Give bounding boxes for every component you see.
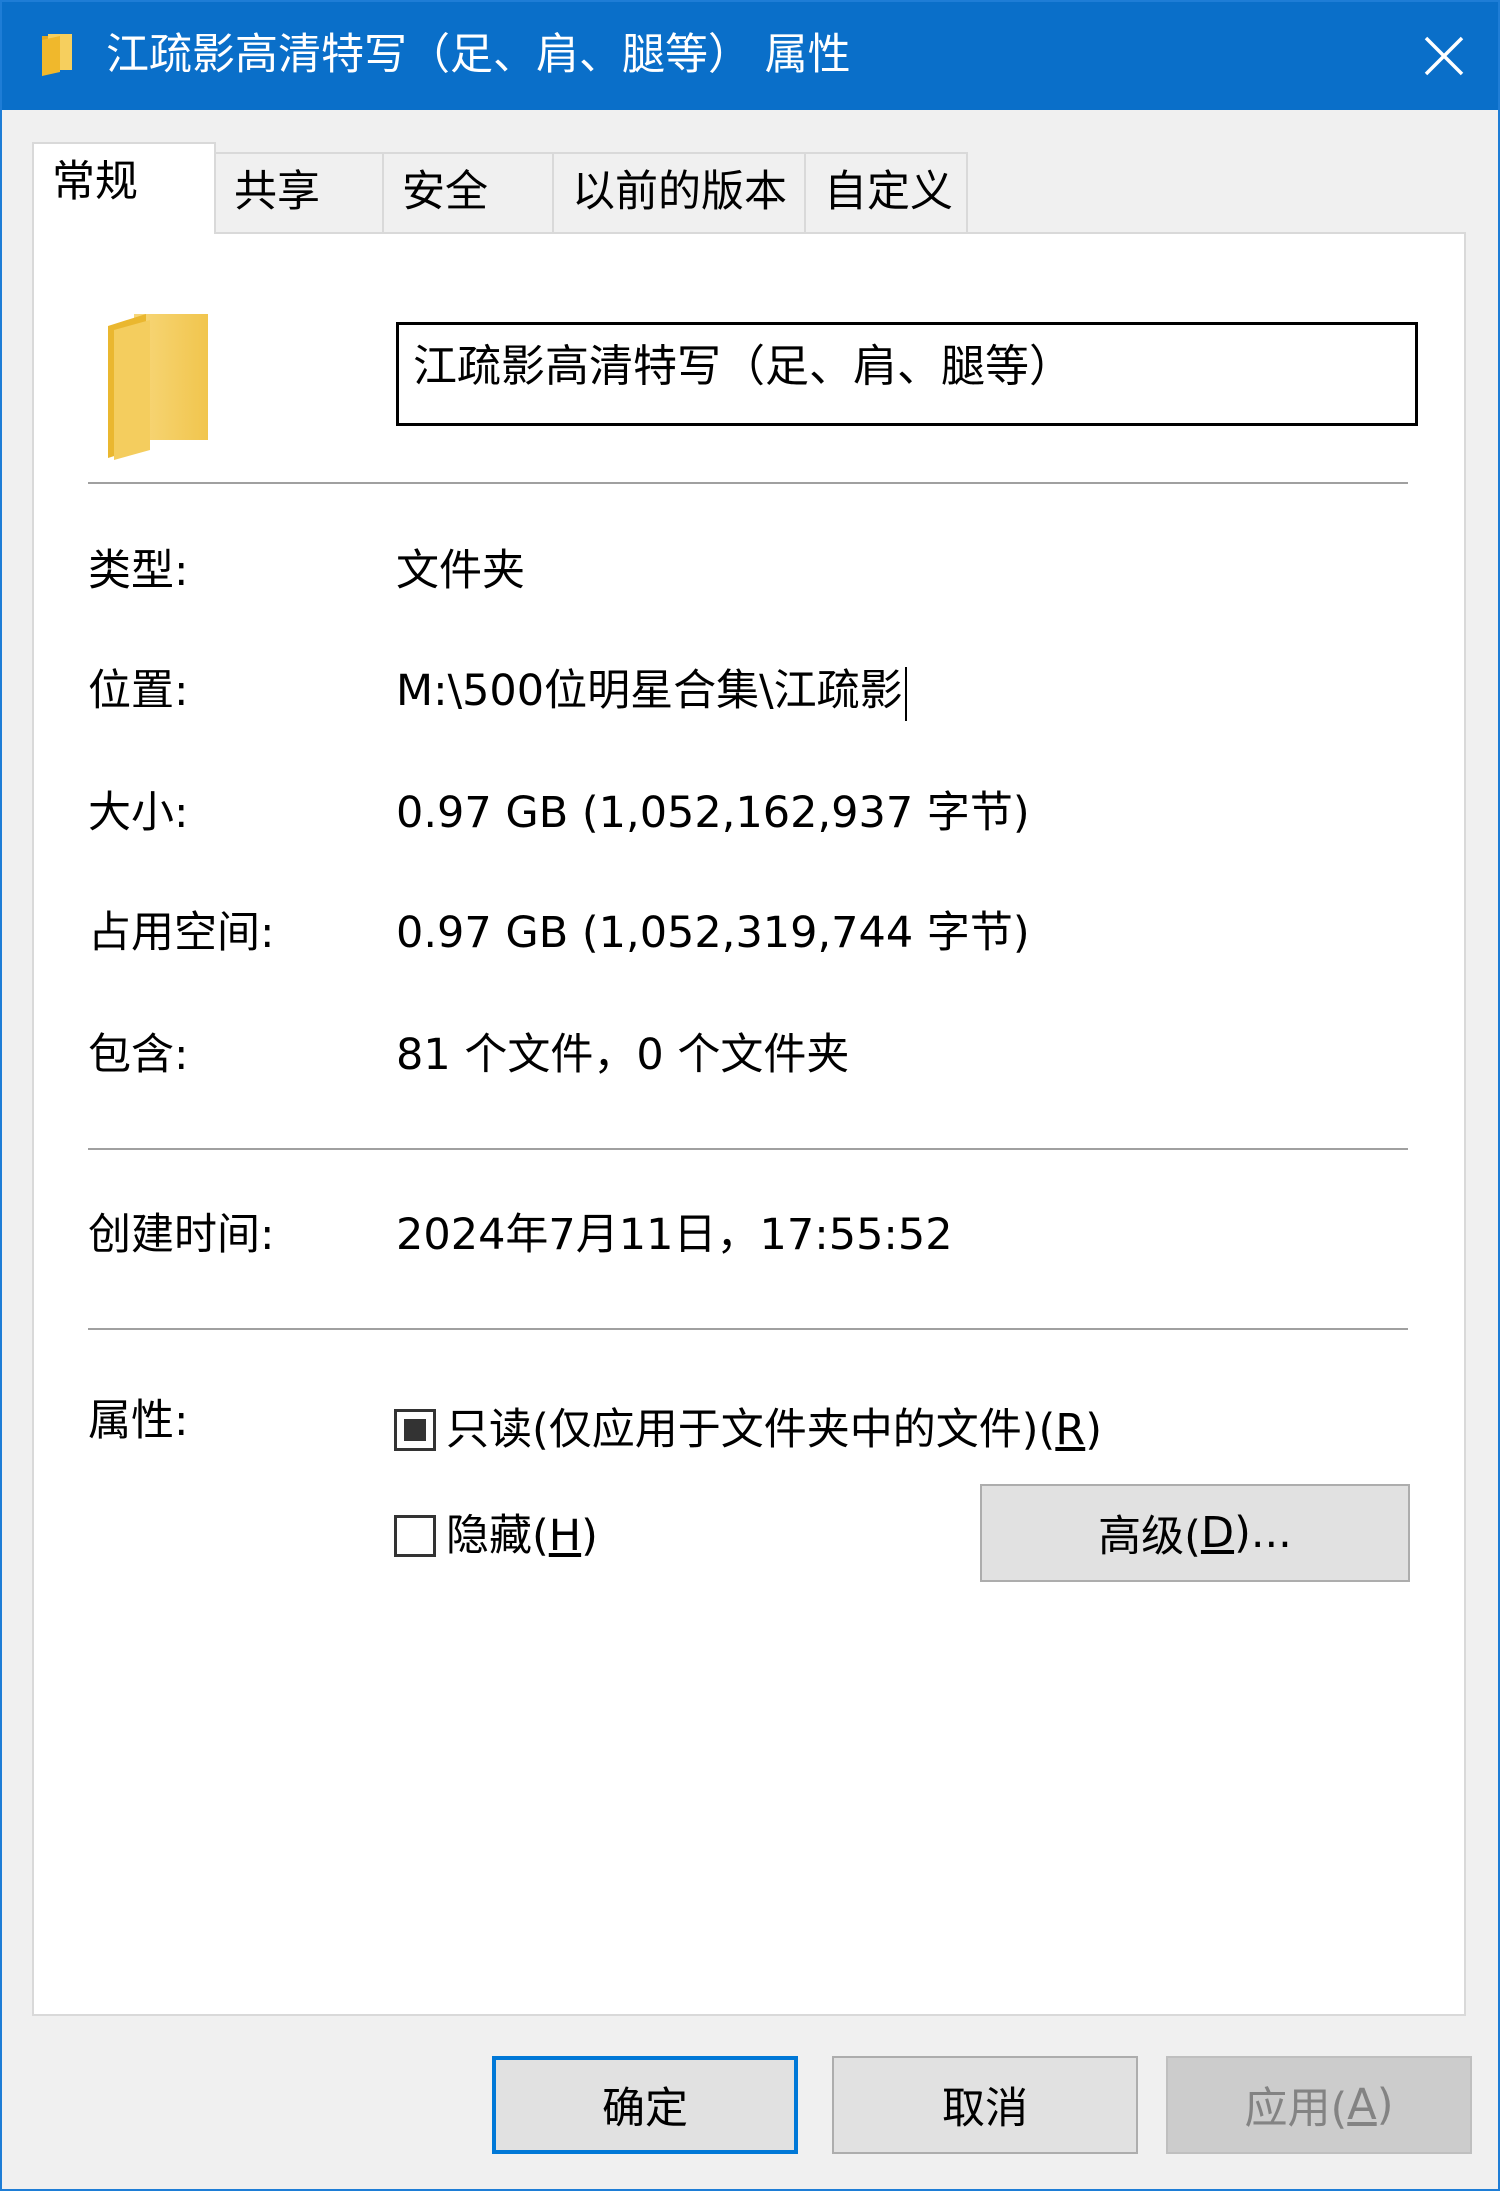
- hidden-label[interactable]: 隐藏(H): [446, 1507, 598, 1565]
- tab-security[interactable]: 安全: [382, 152, 554, 232]
- readonly-checkbox[interactable]: [394, 1409, 436, 1451]
- tab-customize[interactable]: 自定义: [804, 152, 968, 232]
- text-caret: [904, 666, 907, 721]
- contains-label: 包含:: [88, 1030, 189, 1080]
- type-value: 文件夹: [396, 546, 525, 596]
- created-label: 创建时间:: [88, 1210, 275, 1260]
- tab-sharing[interactable]: 共享: [214, 152, 384, 232]
- size-on-disk-label: 占用空间:: [88, 908, 275, 958]
- tab-previous-versions[interactable]: 以前的版本: [552, 152, 806, 232]
- location-label: 位置:: [88, 666, 189, 716]
- ok-button[interactable]: 确定: [492, 2056, 798, 2154]
- tab-general[interactable]: 常规: [32, 142, 216, 234]
- separator: [88, 482, 1408, 484]
- title-bar[interactable]: 江疏影高清特写（足、肩、腿等） 属性: [2, 2, 1498, 110]
- size-on-disk-value[interactable]: 0.97 GB (1,052,319,744 字节): [396, 904, 1030, 962]
- contains-value[interactable]: 81 个文件，0 个文件夹: [396, 1026, 849, 1084]
- cancel-button[interactable]: 取消: [832, 2056, 1138, 2154]
- hidden-checkbox-row[interactable]: 隐藏(H): [394, 1506, 598, 1566]
- type-label: 类型:: [88, 546, 189, 596]
- separator: [88, 1148, 1408, 1150]
- hidden-checkbox[interactable]: [394, 1515, 436, 1557]
- created-value[interactable]: 2024年7月11日，17:55:52: [396, 1206, 953, 1264]
- general-panel: 江疏影高清特写（足、肩、腿等） 类型: 文件夹 位置: M:\500位明星合集\…: [32, 232, 1466, 2016]
- separator: [88, 1328, 1408, 1330]
- location-value[interactable]: M:\500位明星合集\江疏影: [396, 666, 903, 716]
- close-icon: [1424, 36, 1464, 76]
- readonly-checkbox-row[interactable]: 只读(仅应用于文件夹中的文件)(R): [394, 1400, 1102, 1460]
- location-value-row[interactable]: M:\500位明星合集\江疏影: [396, 662, 907, 721]
- size-label: 大小:: [88, 788, 189, 838]
- folder-icon: [108, 314, 208, 460]
- advanced-button[interactable]: 高级(D)...: [980, 1484, 1410, 1582]
- readonly-label[interactable]: 只读(仅应用于文件夹中的文件)(R): [446, 1401, 1102, 1459]
- attributes-label: 属性:: [88, 1396, 189, 1446]
- folder-name-input[interactable]: 江疏影高清特写（足、肩、腿等）: [396, 322, 1418, 426]
- size-value[interactable]: 0.97 GB (1,052,162,937 字节): [396, 784, 1030, 842]
- properties-dialog: 江疏影高清特写（足、肩、腿等） 属性 常规 共享 安全 以前的版本 自定义 江疏…: [0, 0, 1500, 2191]
- window-title: 江疏影高清特写（足、肩、腿等） 属性: [106, 30, 851, 80]
- apply-button[interactable]: 应用(A): [1166, 2056, 1472, 2154]
- close-button[interactable]: [1390, 2, 1498, 110]
- folder-icon: [42, 34, 72, 76]
